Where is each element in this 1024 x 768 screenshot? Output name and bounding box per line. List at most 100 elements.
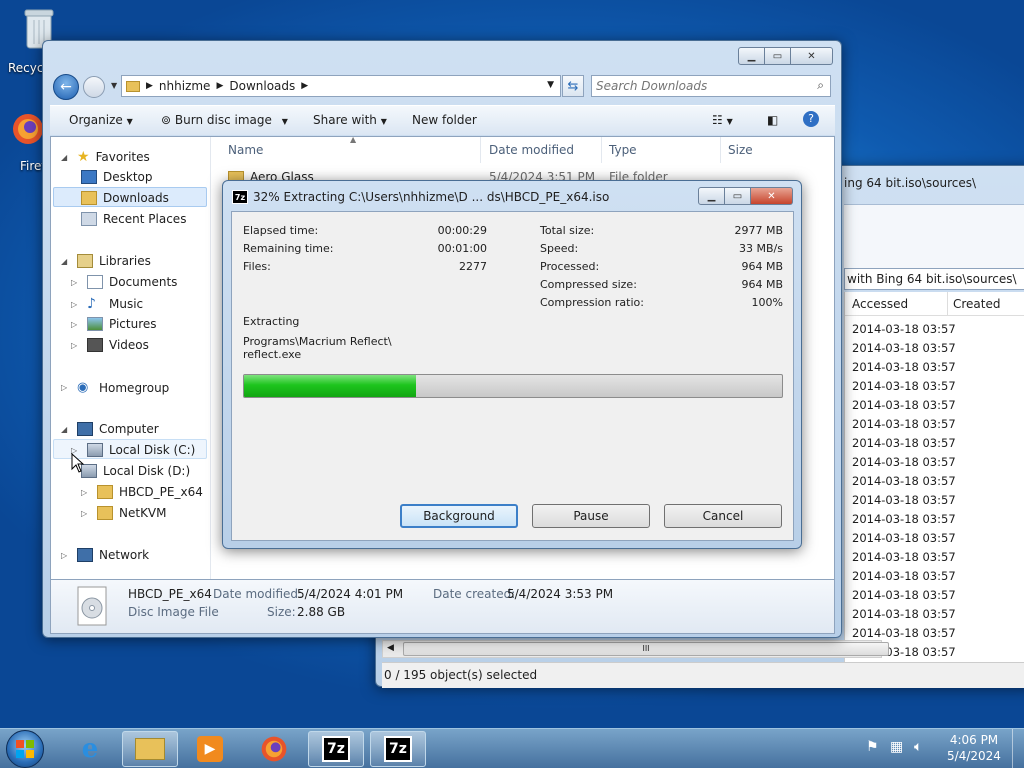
back-button[interactable]: ← <box>53 74 79 100</box>
nav-downloads[interactable]: Downloads <box>81 191 169 205</box>
clock-time: 4:06 PM <box>949 733 999 747</box>
nav-documents[interactable]: ▷ Documents <box>71 275 177 289</box>
bg-table-row[interactable]: 2014-03-18 03:57 <box>852 567 956 586</box>
minimize-icon: ▁ <box>707 190 716 202</box>
nav-desktop[interactable]: Desktop <box>81 170 153 184</box>
bg-table-row[interactable]: 2014-03-18 03:57 <box>852 605 956 624</box>
action-center-flag-icon[interactable]: ⚑ <box>866 739 879 755</box>
bg-table-row[interactable]: 2014-03-18 03:57 <box>852 339 956 358</box>
firefox-icon <box>261 736 287 762</box>
horizontal-scrollbar[interactable]: ◀ III <box>382 640 889 658</box>
help-icon[interactable]: ? <box>803 111 819 127</box>
background-button[interactable]: Background <box>400 504 518 528</box>
nav-pictures[interactable]: ▷ Pictures <box>71 317 157 331</box>
preview-pane-icon[interactable]: ◧ <box>767 113 778 127</box>
view-options-icon[interactable]: ☷ ▼ <box>712 113 733 127</box>
bg-table-row[interactable]: 2014-03-18 03:57 <box>852 510 956 529</box>
address-bar[interactable]: ▶ nhhizme ▶ Downloads ▶ ▼ <box>121 75 561 97</box>
bg-table-row[interactable]: 2014-03-18 03:57 <box>852 529 956 548</box>
bg-table-row[interactable]: 2014-03-18 03:57 <box>852 377 956 396</box>
column-type[interactable]: Type <box>609 143 637 157</box>
cancel-button[interactable]: Cancel <box>664 504 782 528</box>
documents-icon <box>87 275 103 289</box>
maximize-icon: ▭ <box>772 50 783 62</box>
pause-button[interactable]: Pause <box>532 504 650 528</box>
bg-table-row[interactable]: 2014-03-18 03:57 <box>852 415 956 434</box>
breadcrumb-user[interactable]: nhhizme <box>159 79 211 93</box>
dialog-minimize-button[interactable]: ▁ <box>698 187 725 205</box>
burn-disc-image-button[interactable]: ⊚ Burn disc image ▼ <box>161 113 288 127</box>
processed-label: Processed: <box>540 260 600 273</box>
bg-table-row[interactable]: 2014-03-18 03:57 <box>852 358 956 377</box>
address-dropdown-icon[interactable]: ▼ <box>547 80 554 90</box>
compressed-size-label: Compressed size: <box>540 278 637 291</box>
volume-muted-icon[interactable]: 🔈︎ <box>914 739 922 755</box>
sort-arrow-icon: ▲ <box>350 135 357 144</box>
nav-favorites[interactable]: ◢ ★ Favorites <box>61 149 150 165</box>
remaining-value: 00:01:00 <box>437 242 487 255</box>
nav-homegroup[interactable]: ▷ ◉ Homegroup <box>61 380 169 395</box>
taskbar: e ▶ 7z 7z ⚑ ▦ 🔈︎ 4:06 PM 5/4/2024 <box>0 728 1024 768</box>
nav-local-disk-c[interactable]: ▷ Local Disk (C:) <box>71 443 195 457</box>
bg-table-row[interactable]: 2014-03-18 03:57 <box>852 491 956 510</box>
search-icon[interactable]: ⌕ <box>817 78 824 93</box>
minimize-button[interactable]: ▁ <box>738 47 765 65</box>
breadcrumb-chevron-icon: ▶ <box>146 81 153 91</box>
bg-table-row[interactable]: 2014-03-18 03:57 <box>852 586 956 605</box>
internet-explorer-icon: e <box>81 734 99 764</box>
show-desktop-button[interactable] <box>1012 729 1024 768</box>
col-created[interactable]: Created <box>953 297 1001 311</box>
details-size-label: Size: <box>267 605 296 619</box>
maximize-button[interactable]: ▭ <box>765 47 791 65</box>
bg-table-row[interactable]: 2014-03-18 03:57 <box>852 396 956 415</box>
nav-libraries[interactable]: ◢ Libraries <box>61 254 151 268</box>
taskbar-7zip-2[interactable]: 7z <box>370 731 426 767</box>
organize-menu[interactable]: Organize ▼ <box>69 113 133 127</box>
clock-date: 5/4/2024 <box>947 749 1001 763</box>
taskbar-firefox[interactable] <box>246 731 302 767</box>
forward-button[interactable] <box>83 76 105 98</box>
nav-hbcd-folder[interactable]: ▷ HBCD_PE_x64 <box>81 485 203 499</box>
search-input[interactable] <box>596 78 806 94</box>
bg-address-bar[interactable]: with Bing 64 bit.iso\sources\ <box>844 268 1024 290</box>
nav-netkvm-folder[interactable]: ▷ NetKVM <box>81 506 167 520</box>
search-box[interactable]: ⌕ <box>591 75 831 97</box>
column-date-modified[interactable]: Date modified <box>489 143 574 157</box>
bg-table-row[interactable]: 2014-03-18 03:57 <box>852 453 956 472</box>
taskbar-ie[interactable]: e <box>62 731 118 767</box>
bg-table-row[interactable]: 2014-03-18 03:57 <box>852 548 956 567</box>
breadcrumb-downloads[interactable]: Downloads <box>229 79 295 93</box>
network-tray-icon[interactable]: ▦ <box>890 739 903 755</box>
new-folder-button[interactable]: New folder <box>412 113 477 127</box>
refresh-button[interactable]: ⇆ <box>562 75 584 97</box>
nav-music[interactable]: ▷ ♪ Music <box>71 296 143 312</box>
bg-table-row[interactable]: 2014-03-18 03:57 <box>852 472 956 491</box>
scroll-left-icon[interactable]: ◀ <box>387 643 394 653</box>
elapsed-value: 00:00:29 <box>437 224 487 237</box>
close-button[interactable]: ✕ <box>791 47 833 65</box>
bg-table-row[interactable]: 2014-03-18 03:57 <box>852 320 956 339</box>
files-label: Files: <box>243 260 271 273</box>
drive-c-icon <box>87 443 103 457</box>
bg-status-text: 0 / 195 object(s) selected <box>384 668 538 682</box>
col-accessed[interactable]: Accessed <box>852 297 908 311</box>
start-button[interactable] <box>6 730 44 768</box>
nav-videos[interactable]: ▷ Videos <box>71 338 149 352</box>
nav-recent-places[interactable]: Recent Places <box>81 212 186 226</box>
column-size[interactable]: Size <box>728 143 753 157</box>
clock[interactable]: 4:06 PM 5/4/2024 <box>944 732 1004 764</box>
dialog-maximize-button[interactable]: ▭ <box>725 187 751 205</box>
nav-local-disk-d[interactable]: Local Disk (D:) <box>81 464 190 478</box>
nav-computer[interactable]: ◢ Computer <box>61 422 159 436</box>
share-with-menu[interactable]: Share with ▼ <box>313 113 387 127</box>
bg-table-row[interactable]: 2014-03-18 03:57 <box>852 434 956 453</box>
taskbar-7zip-1[interactable]: 7z <box>308 731 364 767</box>
dialog-close-button[interactable]: ✕ <box>751 187 793 205</box>
extraction-progress-dialog[interactable]: 7z 32% Extracting C:\Users\nhhizme\D ...… <box>222 180 802 549</box>
taskbar-media-player[interactable]: ▶ <box>182 731 238 767</box>
recent-pages-icon[interactable]: ▼ <box>111 81 117 90</box>
nav-network[interactable]: ▷ Network <box>61 548 149 562</box>
scroll-thumb[interactable]: III <box>403 642 889 656</box>
taskbar-explorer[interactable] <box>122 731 178 767</box>
column-name[interactable]: Name <box>228 143 263 157</box>
